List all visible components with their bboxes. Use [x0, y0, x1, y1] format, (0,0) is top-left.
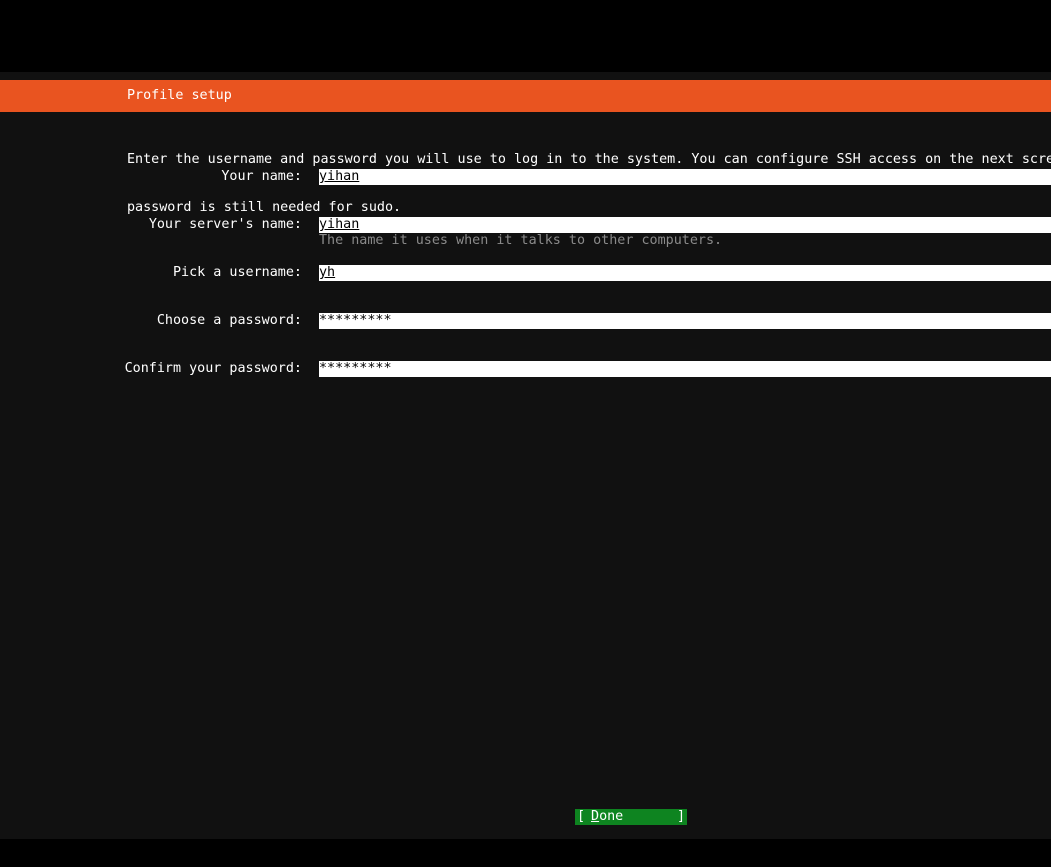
username-label: Pick a username:: [173, 265, 302, 280]
done-label-rest: one: [599, 809, 624, 824]
done-bracket-open: [: [577, 809, 586, 824]
password-value: *********: [319, 313, 392, 328]
username-value: yh: [319, 265, 336, 280]
done-button[interactable]: [ Done ]: [575, 809, 687, 825]
your-name-value: yihan: [319, 169, 360, 184]
server-name-input[interactable]: yihan: [319, 217, 1051, 233]
done-bracket-close: ]: [676, 809, 685, 824]
server-name-hint: The name it uses when it talks to other …: [319, 233, 723, 248]
done-label: Done: [591, 809, 623, 825]
confirm-password-value: *********: [319, 361, 392, 376]
password-input[interactable]: *********: [319, 313, 1051, 329]
your-name-label: Your name:: [221, 169, 302, 184]
confirm-password-label: Confirm your password:: [124, 361, 302, 376]
terminal-top-border: [0, 0, 1051, 72]
installer-screen: Profile setup Enter the username and pas…: [0, 72, 1051, 839]
your-name-input[interactable]: yihan: [319, 169, 1051, 185]
intro-line-2: password is still needed for sudo.: [127, 200, 402, 215]
password-label: Choose a password:: [156, 313, 302, 328]
intro-line-1: Enter the username and password you will…: [127, 152, 1051, 167]
confirm-password-input[interactable]: *********: [319, 361, 1051, 377]
page-title: Profile setup: [127, 88, 232, 103]
server-name-value: yihan: [319, 217, 360, 232]
username-input[interactable]: yh: [319, 265, 1051, 281]
server-name-label: Your server's name:: [148, 217, 302, 232]
header-bar: Profile setup: [0, 80, 1051, 112]
done-label-hotkey: D: [591, 809, 600, 824]
terminal-bottom-border: [0, 839, 1051, 867]
